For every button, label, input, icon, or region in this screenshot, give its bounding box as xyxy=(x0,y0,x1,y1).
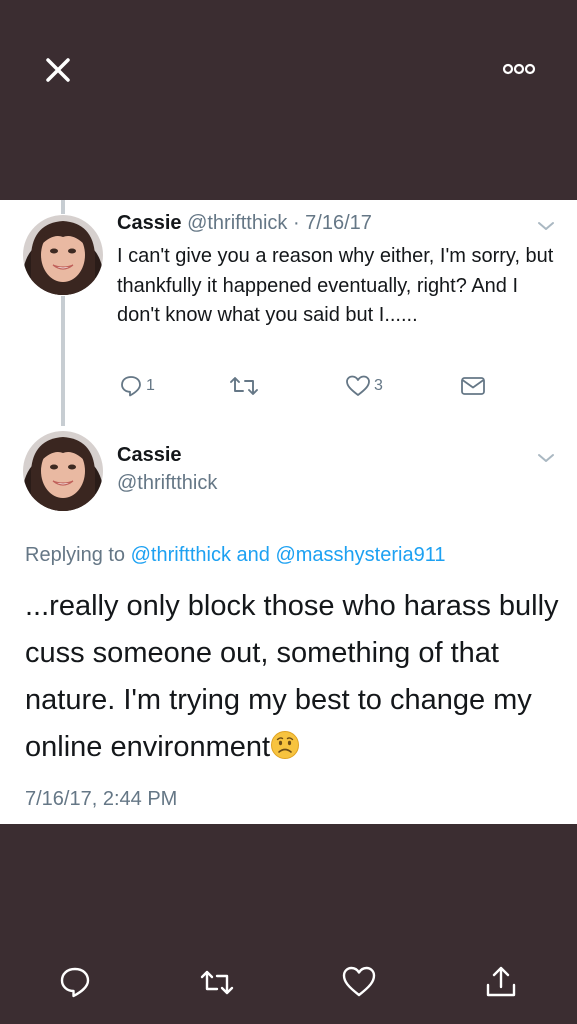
reply-icon[interactable] xyxy=(57,964,93,1000)
thread-line xyxy=(61,296,65,426)
viewer-bottom-bar xyxy=(0,824,577,1024)
reply-tweet-header: Cassie @thriftthick · 7/16/17 xyxy=(117,212,372,235)
replying-to-line: Replying to @thriftthick and @masshyster… xyxy=(25,544,445,567)
heart-icon xyxy=(346,375,370,396)
author-handle[interactable]: @thriftthick xyxy=(187,212,287,234)
worried-face-emoji xyxy=(271,731,300,759)
viewer-top-bar xyxy=(0,0,577,200)
direct-message-button[interactable] xyxy=(460,372,486,400)
like-count: 3 xyxy=(374,377,383,394)
reply-to-link[interactable]: @thriftthick xyxy=(131,544,231,566)
reply-count: 1 xyxy=(146,377,155,394)
tweet-card: Cassie @thriftthick · 7/16/17 I can't gi… xyxy=(0,200,577,824)
share-icon[interactable] xyxy=(483,964,519,1000)
reply-to-and[interactable]: and xyxy=(237,544,270,566)
tweet-date: · 7/16/17 xyxy=(292,212,372,234)
avatar[interactable] xyxy=(23,431,103,511)
retweet-icon[interactable] xyxy=(199,964,235,1000)
chevron-down-icon[interactable] xyxy=(536,220,556,232)
author-handle[interactable]: @thriftthick xyxy=(117,472,217,495)
reply-button[interactable]: 1 xyxy=(119,372,155,400)
avatar[interactable] xyxy=(23,215,103,295)
main-tweet-text: ...really only block those who harass bu… xyxy=(25,583,560,771)
heart-icon[interactable] xyxy=(341,964,377,1000)
envelope-icon xyxy=(461,377,485,395)
more-dots-icon[interactable] xyxy=(498,58,542,80)
retweet-icon xyxy=(230,377,258,395)
retweet-button[interactable] xyxy=(229,372,259,400)
like-button[interactable]: 3 xyxy=(345,372,383,400)
reply-to-link[interactable]: @masshysteria911 xyxy=(275,544,445,566)
reply-tweet-text: I can't give you a reason why either, I'… xyxy=(117,245,554,326)
author-name[interactable]: Cassie xyxy=(117,212,182,234)
replying-to-label: Replying to xyxy=(25,544,126,566)
reply-icon xyxy=(121,376,141,397)
chevron-down-icon[interactable] xyxy=(536,452,556,464)
author-name[interactable]: Cassie xyxy=(117,444,182,467)
close-icon[interactable] xyxy=(40,52,76,88)
tweet-timestamp: 7/16/17, 2:44 PM xyxy=(25,788,178,810)
thread-line-top xyxy=(61,200,65,214)
